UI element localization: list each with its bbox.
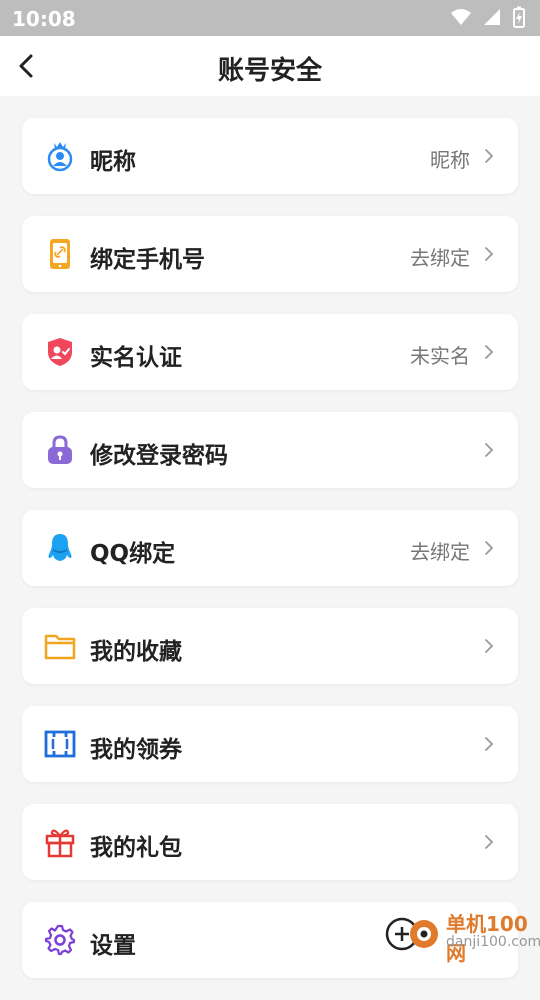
list-item-qq-bind[interactable]: QQ绑定 去绑定	[22, 510, 518, 586]
chevron-right-icon	[485, 639, 494, 653]
gift-icon	[45, 829, 75, 858]
gear-icon	[44, 924, 76, 956]
chevron-right-icon	[485, 247, 494, 261]
status-bar: 10:08	[0, 0, 540, 36]
item-label: 昵称	[90, 149, 136, 175]
phone-link-icon	[50, 239, 70, 269]
item-label: 修改登录密码	[90, 443, 228, 469]
list-item-bind-phone[interactable]: 绑定手机号 去绑定	[22, 216, 518, 292]
lock-icon	[48, 435, 72, 464]
item-value: 昵称	[430, 148, 470, 172]
item-label: QQ绑定	[90, 541, 176, 567]
item-value: 未实名	[410, 344, 470, 368]
status-time: 10:08	[12, 7, 76, 31]
page-title: 账号安全	[217, 56, 322, 86]
shield-user-icon	[48, 338, 72, 366]
chevron-right-icon	[485, 345, 494, 359]
chevron-right-icon	[485, 149, 494, 163]
item-label: 我的礼包	[90, 835, 182, 861]
item-label: 我的领券	[90, 737, 182, 763]
watermark-domain: danji100.com	[446, 934, 540, 950]
status-icons	[450, 6, 526, 28]
chevron-right-icon	[485, 835, 494, 849]
list-item-real-name[interactable]: 实名认证 未实名	[22, 314, 518, 390]
chevron-right-icon	[485, 737, 494, 751]
coupon-icon	[44, 730, 76, 758]
settings-list: 昵称 昵称 绑定手机号 去绑定 实名认证 未实名 修改登录密码 QQ绑定 去绑定…	[22, 118, 518, 1000]
watermark: 单机100网 danji100.com	[384, 906, 540, 965]
list-item-my-favorites[interactable]: 我的收藏	[22, 608, 518, 684]
item-label: 设置	[90, 933, 136, 959]
watermark-logo-icon	[385, 917, 438, 951]
signal-icon	[484, 9, 500, 25]
battery-charging-icon	[513, 6, 525, 28]
list-item-my-gifts[interactable]: 我的礼包	[22, 804, 518, 880]
item-value: 去绑定	[410, 540, 470, 564]
item-value: 去绑定	[410, 246, 470, 270]
chevron-right-icon	[485, 443, 494, 457]
item-label: 我的收藏	[90, 639, 182, 665]
user-crown-icon	[47, 142, 73, 172]
list-item-change-password[interactable]: 修改登录密码	[22, 412, 518, 488]
item-label: 绑定手机号	[90, 247, 205, 273]
item-label: 实名认证	[90, 345, 182, 371]
qq-penguin-icon	[48, 534, 72, 561]
chevron-right-icon	[485, 541, 494, 555]
wifi-icon	[451, 9, 471, 25]
top-nav-bar: 账号安全	[0, 36, 540, 96]
list-item-nickname[interactable]: 昵称 昵称	[22, 118, 518, 194]
list-item-my-coupons[interactable]: 我的领券	[22, 706, 518, 782]
folder-icon	[44, 634, 76, 660]
